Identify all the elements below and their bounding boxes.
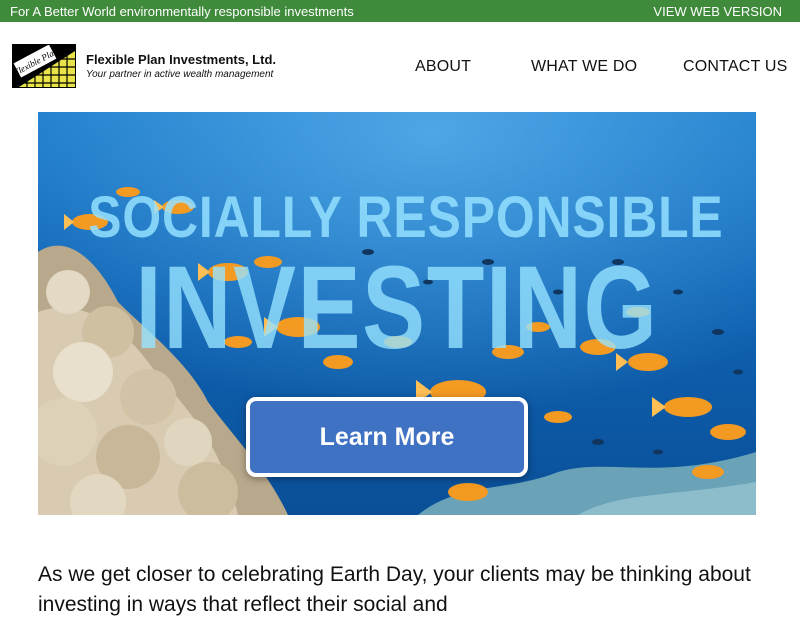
banner-tagline: For A Better World environmentally respo…: [10, 3, 354, 19]
nav-contact-us[interactable]: CONTACT US: [683, 58, 788, 76]
logo-grid-icon: Flexible Plan: [13, 45, 75, 87]
hero-headline-line2: INVESTING: [135, 242, 659, 374]
intro-paragraph: As we get closer to celebrating Earth Da…: [38, 563, 751, 616]
company-name: Flexible Plan Investments, Ltd.: [86, 52, 276, 67]
company-logo[interactable]: Flexible Plan: [12, 44, 76, 88]
nav-about[interactable]: ABOUT: [415, 58, 471, 76]
company-tagline: Your partner in active wealth management: [86, 69, 274, 80]
top-banner: For A Better World environmentally respo…: [0, 0, 800, 22]
header: Flexible Plan Flexible Plan Investments,…: [0, 22, 800, 112]
nav-what-we-do[interactable]: WHAT WE DO: [531, 58, 637, 76]
learn-more-button[interactable]: Learn More: [246, 397, 528, 477]
view-web-version-link[interactable]: VIEW WEB VERSION: [653, 4, 782, 19]
hero-banner[interactable]: SOCIALLY RESPONSIBLE INVESTING Learn Mor…: [38, 112, 756, 515]
